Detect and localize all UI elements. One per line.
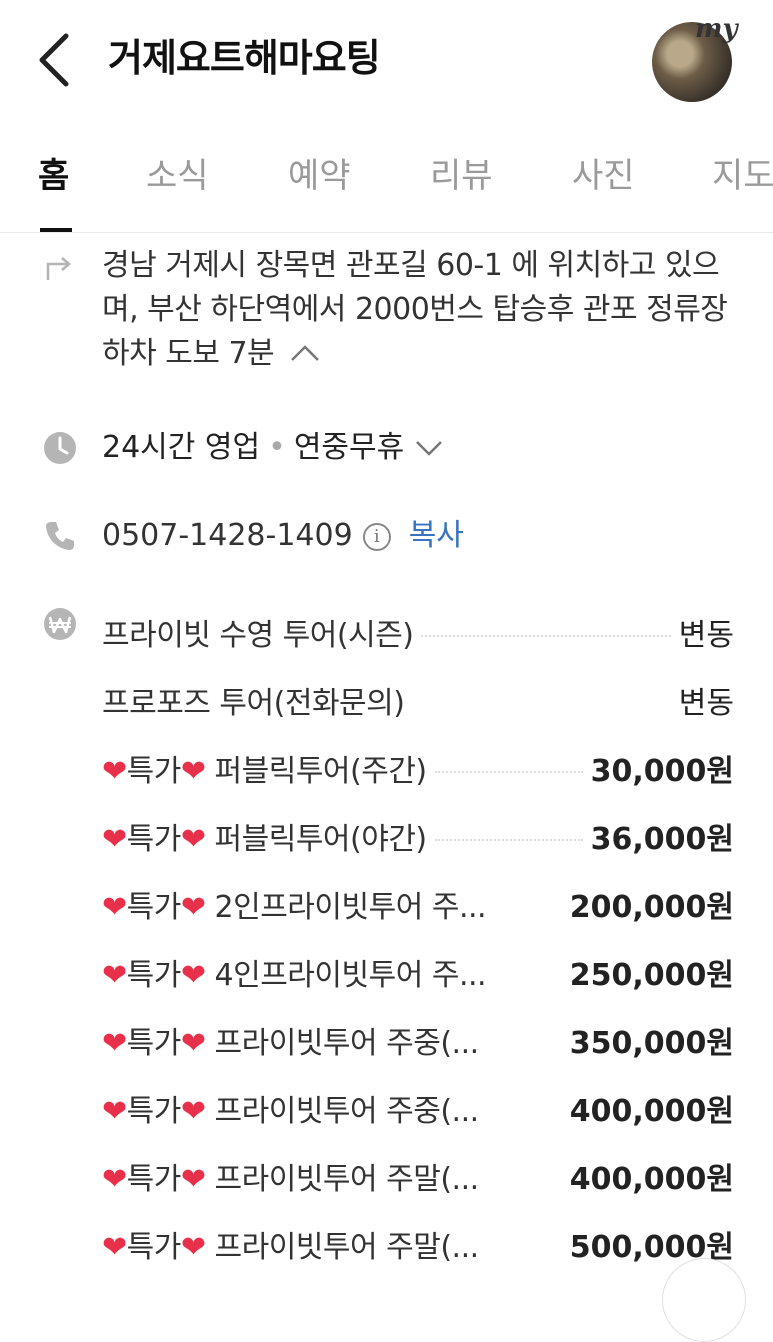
heart-icon: ❤ bbox=[102, 1230, 127, 1265]
heart-icon: ❤ bbox=[180, 822, 206, 857]
won-icon bbox=[44, 608, 76, 640]
my-badge[interactable]: my bbox=[695, 14, 738, 44]
menu-item-price: 400,000원 bbox=[569, 1162, 734, 1197]
heart-icon: ❤ bbox=[180, 1026, 206, 1061]
menu-item-name: ❤특가❤ 퍼블릭투어(주간) bbox=[102, 754, 427, 789]
floating-action-button[interactable] bbox=[662, 1258, 746, 1342]
menu-item-price: 200,000원 bbox=[569, 890, 734, 925]
heart-icon: ❤ bbox=[180, 1162, 206, 1197]
address-row: 경남 거제시 장목면 관포길 60-1 에 위치하고 있으며, 부산 하단역에서… bbox=[102, 244, 742, 377]
copy-phone-button[interactable]: 복사 bbox=[409, 518, 464, 553]
phone-icon bbox=[46, 522, 74, 550]
tab-map[interactable]: 지도 bbox=[712, 152, 773, 200]
heart-icon: ❤ bbox=[102, 1094, 127, 1129]
menu-item-price: 400,000원 bbox=[569, 1094, 734, 1129]
menu-item-price: 350,000원 bbox=[569, 1026, 734, 1061]
menu-item-name: 프로포즈 투어(전화문의) bbox=[102, 686, 405, 721]
heart-icon: ❤ bbox=[180, 890, 206, 925]
address-text: 경남 거제시 장목면 관포길 60-1 에 위치하고 있으며, 부산 하단역에서… bbox=[102, 248, 728, 371]
hours-row[interactable]: 24시간 영업 • 연중무휴 bbox=[102, 426, 444, 471]
heart-icon: ❤ bbox=[180, 1094, 206, 1129]
tab-booking[interactable]: 예약 bbox=[288, 152, 351, 200]
menu-item-name: ❤특가❤ 2인프라이빗투어 주... bbox=[102, 890, 487, 925]
menu-item-name: ❤특가❤ 프라이빗투어 주중(... bbox=[102, 1026, 479, 1061]
directions-icon bbox=[46, 257, 71, 280]
menu-item[interactable]: ❤특가❤ 4인프라이빗투어 주... 250,000원 bbox=[102, 938, 734, 1006]
tab-news[interactable]: 소식 bbox=[146, 152, 209, 200]
address-collapse-button[interactable] bbox=[288, 333, 322, 377]
app-header: 거제요트해마요팅 my bbox=[0, 0, 773, 120]
menu-item[interactable]: ❤특가❤ 퍼블릭투어(주간) 30,000원 bbox=[102, 734, 734, 802]
menu-item-name: ❤특가❤ 4인프라이빗투어 주... bbox=[102, 958, 487, 993]
tab-bar: 홈 소식 예약 리뷰 사진 지도 bbox=[0, 140, 773, 233]
heart-icon: ❤ bbox=[180, 958, 206, 993]
heart-icon: ❤ bbox=[102, 1162, 127, 1197]
clock-icon bbox=[44, 432, 76, 464]
menu-item[interactable]: ❤특가❤ 2인프라이빗투어 주... 200,000원 bbox=[102, 870, 734, 938]
menu-item-price: 250,000원 bbox=[569, 958, 734, 993]
heart-icon: ❤ bbox=[102, 822, 127, 857]
heart-icon: ❤ bbox=[180, 754, 206, 789]
menu-item-name: ❤특가❤ 프라이빗투어 주말(... bbox=[102, 1162, 479, 1197]
menu-item-price: 변동 bbox=[678, 618, 734, 653]
heart-icon: ❤ bbox=[102, 1026, 127, 1061]
menu-item-name: ❤특가❤ 프라이빗투어 주중(... bbox=[102, 1094, 479, 1129]
chevron-left-icon bbox=[39, 33, 69, 87]
heart-icon: ❤ bbox=[180, 1230, 206, 1265]
dotted-leader bbox=[434, 839, 583, 841]
menu-item[interactable]: 프로포즈 투어(전화문의) 변동 bbox=[102, 666, 734, 734]
hours-separator: • bbox=[268, 430, 286, 465]
hours-holiday: 연중무휴 bbox=[293, 430, 405, 465]
menu-item-name: ❤특가❤ 퍼블릭투어(야간) bbox=[102, 822, 427, 857]
menu-item[interactable]: ❤특가❤ 프라이빗투어 주중(... 400,000원 bbox=[102, 1074, 734, 1142]
info-icon[interactable]: i bbox=[362, 522, 391, 551]
phone-row: 0507-1428-1409 i 복사 bbox=[102, 514, 464, 558]
tab-home[interactable]: 홈 bbox=[38, 152, 69, 200]
menu-item[interactable]: ❤특가❤ 프라이빗투어 주말(... 500,000원 bbox=[102, 1210, 734, 1278]
phone-number[interactable]: 0507-1428-1409 bbox=[102, 518, 353, 553]
menu-item[interactable]: 프라이빗 수영 투어(시즌) 변동 bbox=[102, 598, 734, 666]
menu-item[interactable]: ❤특가❤ 프라이빗투어 주말(... 400,000원 bbox=[102, 1142, 734, 1210]
chevron-down-icon bbox=[416, 440, 443, 456]
heart-icon: ❤ bbox=[102, 958, 127, 993]
menu-item-price: 30,000원 bbox=[590, 754, 734, 789]
heart-icon: ❤ bbox=[102, 890, 127, 925]
active-tab-indicator bbox=[40, 228, 72, 232]
back-button[interactable] bbox=[30, 28, 80, 88]
hours-expand-button[interactable] bbox=[414, 427, 444, 471]
menu-item[interactable]: ❤특가❤ 프라이빗투어 주중(... 350,000원 bbox=[102, 1006, 734, 1074]
tab-photos[interactable]: 사진 bbox=[572, 152, 635, 200]
tab-reviews[interactable]: 리뷰 bbox=[430, 152, 493, 200]
page-title: 거제요트해마요팅 bbox=[108, 36, 381, 80]
heart-icon: ❤ bbox=[102, 754, 127, 789]
dotted-leader bbox=[434, 771, 583, 773]
dotted-leader bbox=[421, 635, 671, 637]
menu-item-price: 36,000원 bbox=[590, 822, 734, 857]
hours-status: 24시간 영업 bbox=[102, 430, 261, 465]
menu-item-name: 프라이빗 수영 투어(시즌) bbox=[102, 618, 414, 653]
menu-item-name: ❤특가❤ 프라이빗투어 주말(... bbox=[102, 1230, 479, 1265]
menu-price-list: 프라이빗 수영 투어(시즌) 변동 프로포즈 투어(전화문의) 변동 ❤특가❤ … bbox=[102, 598, 734, 1278]
chevron-up-icon bbox=[291, 344, 320, 361]
menu-item[interactable]: ❤특가❤ 퍼블릭투어(야간) 36,000원 bbox=[102, 802, 734, 870]
menu-item-price: 변동 bbox=[678, 686, 734, 721]
